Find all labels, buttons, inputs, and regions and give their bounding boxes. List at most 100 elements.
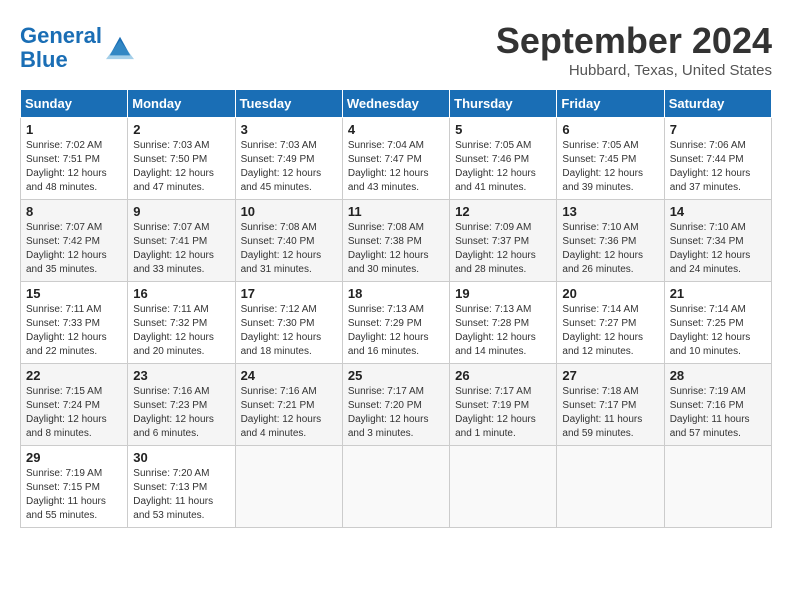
day-info: Sunrise: 7:16 AM Sunset: 7:23 PM Dayligh… — [133, 385, 229, 441]
weekday-header: Tuesday — [235, 90, 342, 118]
calendar-table: SundayMondayTuesdayWednesdayThursdayFrid… — [20, 89, 772, 528]
weekday-header: Saturday — [664, 90, 771, 118]
weekday-header: Wednesday — [342, 90, 449, 118]
calendar-cell: 21 Sunrise: 7:14 AM Sunset: 7:25 PM Dayli… — [664, 282, 771, 364]
calendar-cell: 15 Sunrise: 7:11 AM Sunset: 7:33 PM Dayli… — [21, 282, 128, 364]
day-info: Sunrise: 7:20 AM Sunset: 7:13 PM Dayligh… — [133, 467, 229, 523]
calendar-cell: 8Sunrise: 7:07 AM Sunset: 7:42 PM Daylig… — [21, 200, 128, 282]
calendar-cell: 22Sunrise: 7:15 AM Sunset: 7:24 PM Dayli… — [21, 364, 128, 446]
calendar-cell: 10 Sunrise: 7:08 AM Sunset: 7:40 PM Dayli… — [235, 200, 342, 282]
calendar-cell — [450, 446, 557, 528]
day-number: 24 — [241, 368, 337, 383]
logo-text: GeneralBlue — [20, 24, 102, 72]
calendar-cell: 26 Sunrise: 7:17 AM Sunset: 7:19 PM Dayli… — [450, 364, 557, 446]
calendar-cell — [342, 446, 449, 528]
day-info: Sunrise: 7:08 AM Sunset: 7:40 PM Dayligh… — [241, 221, 337, 277]
weekday-header: Thursday — [450, 90, 557, 118]
day-number: 12 — [455, 204, 551, 219]
day-info: Sunrise: 7:07 AM Sunset: 7:42 PM Dayligh… — [26, 221, 122, 277]
page-header: GeneralBlue September 2024 Hubbard, Texa… — [20, 20, 772, 79]
month-title: September 2024 — [496, 20, 772, 62]
day-info: Sunrise: 7:17 AM Sunset: 7:19 PM Dayligh… — [455, 385, 551, 441]
day-number: 1 — [26, 122, 122, 137]
day-number: 16 — [133, 286, 229, 301]
day-info: Sunrise: 7:11 AM Sunset: 7:33 PM Dayligh… — [26, 303, 122, 359]
calendar-cell: 1 Sunrise: 7:02 AM Sunset: 7:51 PM Daylig… — [21, 118, 128, 200]
day-info: Sunrise: 7:08 AM Sunset: 7:38 PM Dayligh… — [348, 221, 444, 277]
calendar-cell — [664, 446, 771, 528]
day-info: Sunrise: 7:14 AM Sunset: 7:27 PM Dayligh… — [562, 303, 658, 359]
day-info: Sunrise: 7:12 AM Sunset: 7:30 PM Dayligh… — [241, 303, 337, 359]
logo-icon — [106, 33, 134, 61]
day-info: Sunrise: 7:03 AM Sunset: 7:50 PM Dayligh… — [133, 139, 229, 195]
day-number: 10 — [241, 204, 337, 219]
day-number: 11 — [348, 204, 444, 219]
calendar-cell: 11 Sunrise: 7:08 AM Sunset: 7:38 PM Dayli… — [342, 200, 449, 282]
day-info: Sunrise: 7:15 AM Sunset: 7:24 PM Dayligh… — [26, 385, 122, 441]
day-number: 17 — [241, 286, 337, 301]
location-subtitle: Hubbard, Texas, United States — [496, 62, 772, 79]
day-number: 29 — [26, 450, 122, 465]
day-info: Sunrise: 7:04 AM Sunset: 7:47 PM Dayligh… — [348, 139, 444, 195]
calendar-cell: 2 Sunrise: 7:03 AM Sunset: 7:50 PM Daylig… — [128, 118, 235, 200]
day-info: Sunrise: 7:14 AM Sunset: 7:25 PM Dayligh… — [670, 303, 766, 359]
calendar-week-row: 15 Sunrise: 7:11 AM Sunset: 7:33 PM Dayli… — [21, 282, 772, 364]
day-number: 25 — [348, 368, 444, 383]
calendar-cell — [557, 446, 664, 528]
day-info: Sunrise: 7:05 AM Sunset: 7:45 PM Dayligh… — [562, 139, 658, 195]
calendar-cell: 25 Sunrise: 7:17 AM Sunset: 7:20 PM Dayli… — [342, 364, 449, 446]
calendar-cell: 12 Sunrise: 7:09 AM Sunset: 7:37 PM Dayli… — [450, 200, 557, 282]
day-number: 27 — [562, 368, 658, 383]
day-number: 4 — [348, 122, 444, 137]
calendar-cell: 28Sunrise: 7:19 AM Sunset: 7:16 PM Dayli… — [664, 364, 771, 446]
day-info: Sunrise: 7:19 AM Sunset: 7:15 PM Dayligh… — [26, 467, 122, 523]
day-info: Sunrise: 7:02 AM Sunset: 7:51 PM Dayligh… — [26, 139, 122, 195]
calendar-cell: 19 Sunrise: 7:13 AM Sunset: 7:28 PM Dayli… — [450, 282, 557, 364]
day-info: Sunrise: 7:06 AM Sunset: 7:44 PM Dayligh… — [670, 139, 766, 195]
calendar-cell: 14Sunrise: 7:10 AM Sunset: 7:34 PM Dayli… — [664, 200, 771, 282]
day-number: 13 — [562, 204, 658, 219]
day-info: Sunrise: 7:09 AM Sunset: 7:37 PM Dayligh… — [455, 221, 551, 277]
calendar-cell: 9 Sunrise: 7:07 AM Sunset: 7:41 PM Daylig… — [128, 200, 235, 282]
calendar-week-row: 22Sunrise: 7:15 AM Sunset: 7:24 PM Dayli… — [21, 364, 772, 446]
calendar-cell: 20Sunrise: 7:14 AM Sunset: 7:27 PM Dayli… — [557, 282, 664, 364]
day-number: 6 — [562, 122, 658, 137]
day-info: Sunrise: 7:05 AM Sunset: 7:46 PM Dayligh… — [455, 139, 551, 195]
calendar-cell: 23 Sunrise: 7:16 AM Sunset: 7:23 PM Dayli… — [128, 364, 235, 446]
calendar-header-row: SundayMondayTuesdayWednesdayThursdayFrid… — [21, 90, 772, 118]
day-info: Sunrise: 7:11 AM Sunset: 7:32 PM Dayligh… — [133, 303, 229, 359]
day-number: 5 — [455, 122, 551, 137]
day-info: Sunrise: 7:10 AM Sunset: 7:34 PM Dayligh… — [670, 221, 766, 277]
calendar-cell: 13Sunrise: 7:10 AM Sunset: 7:36 PM Dayli… — [557, 200, 664, 282]
weekday-header: Friday — [557, 90, 664, 118]
day-number: 23 — [133, 368, 229, 383]
calendar-cell: 30 Sunrise: 7:20 AM Sunset: 7:13 PM Dayli… — [128, 446, 235, 528]
calendar-cell: 16 Sunrise: 7:11 AM Sunset: 7:32 PM Dayli… — [128, 282, 235, 364]
calendar-cell: 24Sunrise: 7:16 AM Sunset: 7:21 PM Dayli… — [235, 364, 342, 446]
day-number: 18 — [348, 286, 444, 301]
day-number: 30 — [133, 450, 229, 465]
day-number: 21 — [670, 286, 766, 301]
day-info: Sunrise: 7:13 AM Sunset: 7:29 PM Dayligh… — [348, 303, 444, 359]
weekday-header: Monday — [128, 90, 235, 118]
day-number: 9 — [133, 204, 229, 219]
calendar-week-row: 29 Sunrise: 7:19 AM Sunset: 7:15 PM Dayli… — [21, 446, 772, 528]
day-number: 26 — [455, 368, 551, 383]
day-number: 19 — [455, 286, 551, 301]
day-number: 15 — [26, 286, 122, 301]
calendar-cell — [235, 446, 342, 528]
title-area: September 2024 Hubbard, Texas, United St… — [496, 20, 772, 79]
day-info: Sunrise: 7:07 AM Sunset: 7:41 PM Dayligh… — [133, 221, 229, 277]
weekday-header: Sunday — [21, 90, 128, 118]
calendar-cell: 18 Sunrise: 7:13 AM Sunset: 7:29 PM Dayli… — [342, 282, 449, 364]
day-number: 7 — [670, 122, 766, 137]
day-info: Sunrise: 7:17 AM Sunset: 7:20 PM Dayligh… — [348, 385, 444, 441]
logo: GeneralBlue — [20, 24, 134, 72]
day-number: 2 — [133, 122, 229, 137]
day-info: Sunrise: 7:13 AM Sunset: 7:28 PM Dayligh… — [455, 303, 551, 359]
day-info: Sunrise: 7:18 AM Sunset: 7:17 PM Dayligh… — [562, 385, 658, 441]
calendar-cell: 3Sunrise: 7:03 AM Sunset: 7:49 PM Daylig… — [235, 118, 342, 200]
calendar-week-row: 1 Sunrise: 7:02 AM Sunset: 7:51 PM Daylig… — [21, 118, 772, 200]
day-info: Sunrise: 7:19 AM Sunset: 7:16 PM Dayligh… — [670, 385, 766, 441]
calendar-cell: 27 Sunrise: 7:18 AM Sunset: 7:17 PM Dayli… — [557, 364, 664, 446]
